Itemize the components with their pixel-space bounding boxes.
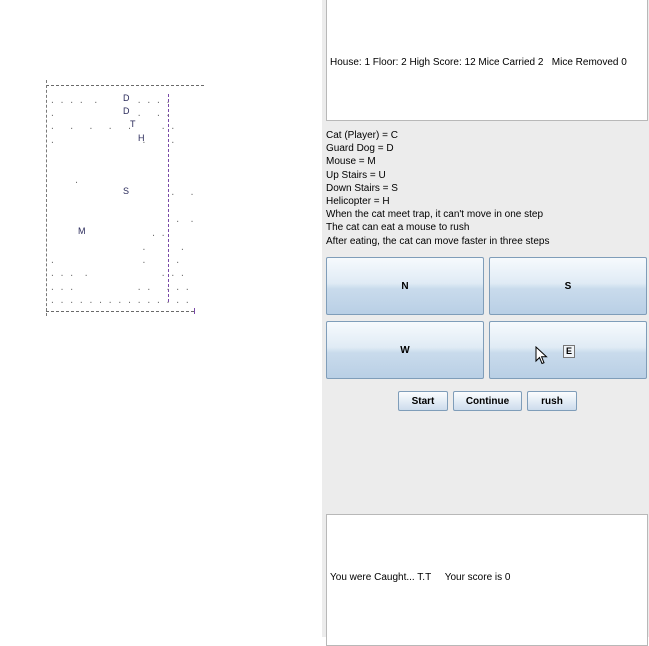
board-row: . .	[50, 229, 190, 238]
legend-item: Mouse = M	[326, 156, 376, 168]
west-label: W	[400, 344, 410, 356]
east-label: E	[563, 345, 576, 358]
mouse-marker: M	[78, 226, 86, 236]
status-panel: House: 1 Floor: 2 High Score: 12 Mice Ca…	[326, 0, 648, 121]
legend-item: Up Stairs = U	[326, 169, 386, 181]
board-row: . . . . . . . . . . . . . . .	[50, 296, 190, 305]
helicopter-marker: H	[138, 133, 145, 143]
guard-dog-marker: D	[123, 93, 130, 103]
board-row: . . . . . . .	[50, 269, 185, 278]
game-message: You were Caught... T.T Your score is 0	[330, 572, 511, 583]
guard-dog-marker: D	[123, 106, 130, 116]
board-row: . . .	[50, 256, 181, 265]
legend-item: The cat can eat a mouse to rush	[326, 222, 470, 234]
board-row: . . . . . . .	[50, 122, 176, 131]
status-text: House: 1 Floor: 2 High Score: 12 Mice Ca…	[330, 57, 627, 68]
legend-item: Guard Dog = D	[326, 143, 394, 155]
board-row: .	[50, 176, 190, 185]
continue-button[interactable]: Continue	[453, 391, 522, 411]
trap-marker: T	[130, 119, 136, 129]
board-row: . . . .	[50, 109, 171, 118]
move-south-button[interactable]: S	[489, 257, 647, 315]
down-stairs-marker: S	[123, 186, 130, 196]
message-panel: You were Caught... T.T Your score is 0	[326, 514, 648, 646]
move-north-button[interactable]: N	[326, 257, 484, 315]
game-board: . . . . . . . . . . . . . . . . . . . . …	[44, 80, 209, 320]
legend-item: Down Stairs = S	[326, 182, 398, 194]
legend-item: After eating, the cat can move faster in…	[326, 235, 550, 247]
legend-item: Helicopter = H	[326, 196, 390, 208]
board-row: . .	[50, 243, 185, 252]
mouse-pointer-icon	[535, 346, 548, 365]
board-left-border	[46, 80, 47, 316]
board-row: . . .	[50, 136, 176, 145]
legend-item: Cat (Player) = C	[326, 130, 398, 141]
board-top-border	[46, 85, 204, 86]
legend-item: When the cat meet trap, it can't move in…	[326, 209, 544, 221]
rush-button[interactable]: rush	[527, 391, 577, 411]
board-row: . . . . . . . .	[50, 283, 190, 292]
start-button[interactable]: Start	[398, 391, 448, 411]
legend: Cat (Player) = C Guard Dog = D Mouse = M…	[326, 129, 646, 248]
south-label: S	[564, 280, 572, 292]
board-corner-mark	[194, 308, 195, 314]
north-label: N	[401, 280, 409, 292]
board-row: . .	[50, 215, 195, 224]
board-bottom-border	[46, 311, 194, 312]
control-panel: House: 1 Floor: 2 High Score: 12 Mice Ca…	[322, 0, 649, 646]
board-row: . . . . . . . . .	[50, 96, 171, 105]
move-east-button[interactable]: E	[489, 321, 647, 379]
move-west-button[interactable]: W	[326, 321, 484, 379]
